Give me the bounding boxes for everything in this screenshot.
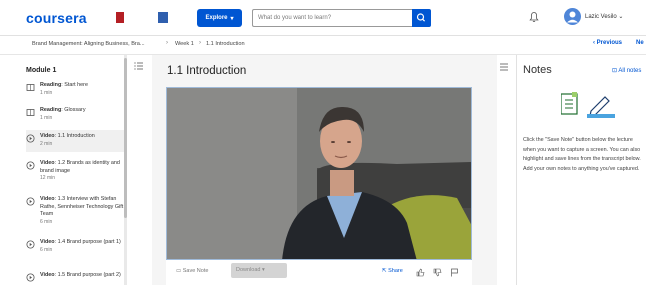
sidebar-item-brand-purpose-1[interactable]: Video: 1.4 Brand purpose (part 1) 6 min bbox=[26, 239, 126, 265]
item-duration: 12 min bbox=[40, 175, 56, 181]
avatar[interactable] bbox=[564, 8, 581, 25]
thumbs-down-icon[interactable] bbox=[433, 268, 442, 277]
item-title: Glossary bbox=[64, 107, 86, 113]
item-duration: 1 min bbox=[40, 89, 53, 96]
share-button[interactable]: ⇱ Share bbox=[382, 268, 403, 274]
item-title: 1.5 Brand purpose (part 2) bbox=[57, 272, 121, 278]
user-menu[interactable]: Lazic Vesilo ⌄ bbox=[585, 13, 623, 20]
download-label: Download bbox=[236, 267, 261, 273]
item-title: 1.1 Introduction bbox=[57, 133, 95, 139]
thumbs-up-icon[interactable] bbox=[416, 268, 425, 277]
sidebar-item-introduction[interactable]: Video: 1.1 Introduction 2 min bbox=[26, 130, 126, 152]
module-heading: Module 1 bbox=[26, 67, 57, 74]
item-title: 1.4 Brand purpose (part 1) bbox=[57, 239, 121, 245]
book-icon bbox=[26, 109, 35, 116]
item-duration: 6 min bbox=[40, 218, 53, 225]
sidebar-item-brand-purpose-2[interactable]: Video: 1.5 Brand purpose (part 2) bbox=[26, 272, 126, 285]
item-type: Reading bbox=[40, 82, 62, 88]
item-duration: 2 min bbox=[40, 140, 53, 147]
item-type: Video bbox=[40, 133, 55, 139]
search-input[interactable]: What do you want to learn? bbox=[252, 9, 412, 27]
breadcrumb-week[interactable]: Week 1 bbox=[175, 41, 194, 47]
book-icon bbox=[26, 84, 35, 91]
user-name: Lazic Vesilo bbox=[585, 14, 617, 20]
download-button[interactable]: Download ▾ bbox=[231, 263, 287, 278]
partner-badge-icon bbox=[158, 12, 168, 23]
coursera-logo[interactable]: coursera bbox=[26, 10, 87, 26]
flag-icon[interactable] bbox=[450, 268, 459, 277]
item-type: Reading bbox=[40, 107, 62, 113]
search-icon bbox=[416, 13, 426, 22]
notes-title: Notes bbox=[523, 64, 552, 76]
sidebar-item-brand-identity[interactable]: Video: 1.2 Brands as identity and brand … bbox=[26, 160, 126, 190]
item-type: Video bbox=[40, 239, 55, 245]
notes-illustration-icon bbox=[561, 92, 615, 118]
play-circle-icon bbox=[26, 161, 35, 170]
play-circle-icon bbox=[26, 273, 35, 282]
list-icon[interactable] bbox=[499, 63, 509, 71]
bell-icon[interactable] bbox=[529, 11, 539, 23]
page-title: 1.1 Introduction bbox=[167, 65, 247, 77]
play-circle-icon bbox=[26, 197, 35, 206]
sidebar-item-glossary[interactable]: Reading: Glossary 1 min bbox=[26, 107, 126, 125]
all-notes-label: All notes bbox=[618, 68, 642, 74]
save-note-label: Save Note bbox=[182, 268, 209, 274]
sidebar-scrollbar-thumb[interactable] bbox=[124, 58, 127, 218]
all-notes-link[interactable]: ⊡ All notes bbox=[612, 67, 641, 74]
item-type: Video bbox=[40, 272, 55, 278]
chevron-right-icon: › bbox=[166, 40, 168, 46]
top-navigation-bar: coursera Explore ▾ What do you want to l… bbox=[0, 0, 646, 36]
next-button[interactable]: Ne bbox=[636, 40, 644, 46]
chevron-down-icon: ⌄ bbox=[618, 14, 624, 20]
user-icon bbox=[567, 11, 578, 23]
explore-label: Explore bbox=[205, 15, 228, 21]
breadcrumb-course[interactable]: Brand Management: Aligning Business, Bra… bbox=[32, 41, 145, 47]
item-duration: 6 min bbox=[40, 246, 53, 253]
notes-instructions: Click the "Save Note" button below the l… bbox=[523, 137, 641, 172]
explore-button[interactable]: Explore ▾ bbox=[197, 9, 242, 27]
sidebar-item-start-here[interactable]: Reading: Start here 1 min bbox=[26, 82, 126, 100]
course-outline-sidebar: Module 1 Reading: Start here 1 min Readin… bbox=[0, 55, 127, 285]
list-toggle-icon[interactable] bbox=[134, 62, 144, 70]
chevron-down-icon: ▾ bbox=[262, 267, 265, 273]
video-toolbar: ▭ Save Note Download ▾ ⇱ Share bbox=[166, 260, 472, 285]
divider bbox=[516, 55, 517, 285]
search-button[interactable] bbox=[412, 9, 431, 27]
previous-button[interactable]: ‹ Previous bbox=[593, 40, 622, 46]
item-duration: 1 min bbox=[40, 114, 53, 121]
share-label: Share bbox=[388, 268, 403, 274]
item-type: Video bbox=[40, 196, 55, 202]
partner-crest-icon bbox=[116, 12, 124, 23]
note-icon: ▭ bbox=[176, 268, 183, 274]
play-circle-icon bbox=[26, 240, 35, 249]
item-title: Start here bbox=[64, 82, 88, 88]
item-type: Video bbox=[40, 160, 55, 166]
previous-label: Previous bbox=[596, 40, 623, 46]
breadcrumb-lesson: 1.1 Introduction bbox=[206, 41, 245, 47]
chevron-right-icon: › bbox=[199, 40, 201, 46]
breadcrumb: Brand Management: Aligning Business, Bra… bbox=[0, 36, 646, 55]
chevron-down-icon: ▾ bbox=[230, 15, 234, 22]
play-circle-icon bbox=[26, 134, 35, 143]
sidebar-item-interview[interactable]: Video: 1.3 Interview with Stefan Rathe, … bbox=[26, 196, 126, 232]
save-note-button[interactable]: ▭ Save Note bbox=[176, 268, 208, 274]
notes-toggle-column bbox=[487, 55, 497, 285]
video-frame-image bbox=[167, 88, 471, 259]
partner-logo bbox=[116, 12, 168, 24]
video-player[interactable] bbox=[166, 87, 472, 260]
partner-logo-text bbox=[126, 13, 156, 22]
